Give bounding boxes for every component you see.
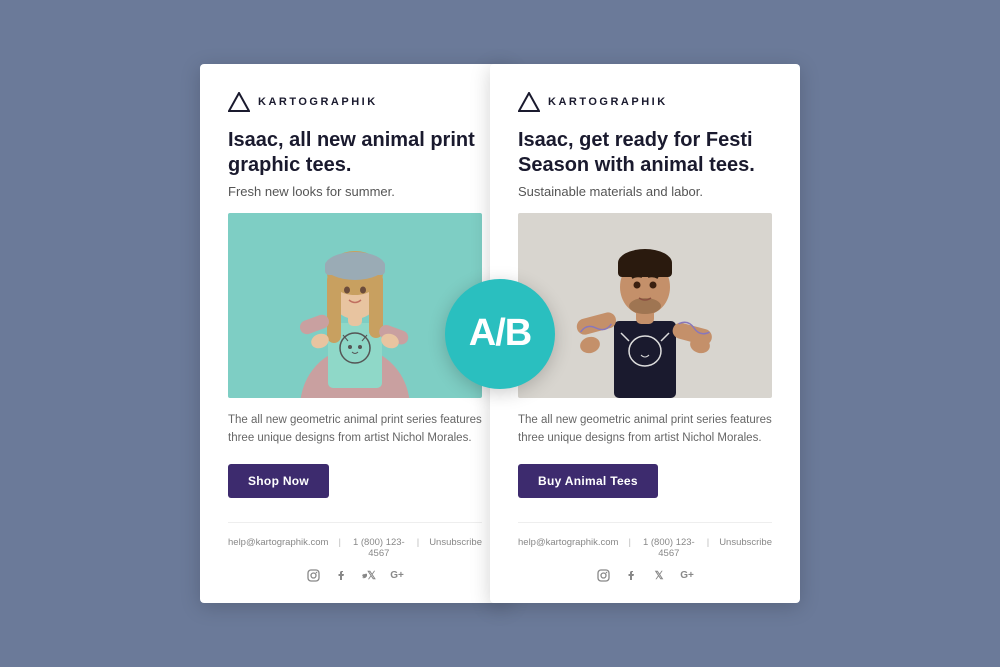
figure-svg-b (518, 213, 772, 398)
twitter-icon-b[interactable]: 𝕏 (652, 569, 666, 583)
footer-b: help@kartographik.com | 1 (800) 123-4567… (518, 522, 772, 583)
logo-text-a: KARTOGRAPHIK (258, 96, 378, 108)
social-icons-a: 𝕏 G+ (228, 569, 482, 583)
ab-badge-text: A/B (469, 312, 531, 355)
headline-a: Isaac, all new animal print graphic tees… (228, 128, 482, 178)
footer-unsubscribe-b[interactable]: Unsubscribe (719, 537, 772, 559)
gplus-icon-a[interactable]: G+ (390, 569, 404, 583)
logo-icon-b (518, 92, 540, 112)
ab-test-container: KARTOGRAPHIK Isaac, all new animal print… (200, 64, 800, 603)
logo-row-b: KARTOGRAPHIK (518, 92, 772, 112)
body-text-a: The all new geometric animal print serie… (228, 412, 482, 448)
footer-phone-a: 1 (800) 123-4567 (351, 537, 407, 559)
footer-links-a: help@kartographik.com | 1 (800) 123-4567… (228, 537, 482, 559)
social-icons-b: 𝕏 G+ (518, 569, 772, 583)
footer-a: help@kartographik.com | 1 (800) 123-4567… (228, 522, 482, 583)
body-text-b: The all new geometric animal print serie… (518, 412, 772, 448)
headline-b: Isaac, get ready for Festi Season with a… (518, 128, 772, 178)
facebook-icon-a[interactable] (334, 569, 348, 583)
subheadline-a: Fresh new looks for summer. (228, 184, 482, 199)
image-b (518, 213, 772, 398)
footer-email-a: help@kartographik.com (228, 537, 328, 559)
gplus-icon-b[interactable]: G+ (680, 569, 694, 583)
figure-svg-a (228, 213, 482, 398)
subheadline-b: Sustainable materials and labor. (518, 184, 772, 199)
footer-email-b: help@kartographik.com (518, 537, 618, 559)
logo-icon-a (228, 92, 250, 112)
cta-button-b[interactable]: Buy Animal Tees (518, 464, 658, 498)
cta-button-a[interactable]: Shop Now (228, 464, 329, 498)
facebook-icon-b[interactable] (624, 569, 638, 583)
footer-phone-b: 1 (800) 123-4567 (641, 537, 697, 559)
twitter-icon-a[interactable]: 𝕏 (362, 569, 376, 583)
instagram-icon-b[interactable] (596, 569, 610, 583)
image-a (228, 213, 482, 398)
instagram-icon-a[interactable] (306, 569, 320, 583)
footer-links-b: help@kartographik.com | 1 (800) 123-4567… (518, 537, 772, 559)
footer-unsubscribe-a[interactable]: Unsubscribe (429, 537, 482, 559)
ab-badge: A/B (445, 279, 555, 389)
logo-text-b: KARTOGRAPHIK (548, 96, 668, 108)
logo-row-a: KARTOGRAPHIK (228, 92, 482, 112)
